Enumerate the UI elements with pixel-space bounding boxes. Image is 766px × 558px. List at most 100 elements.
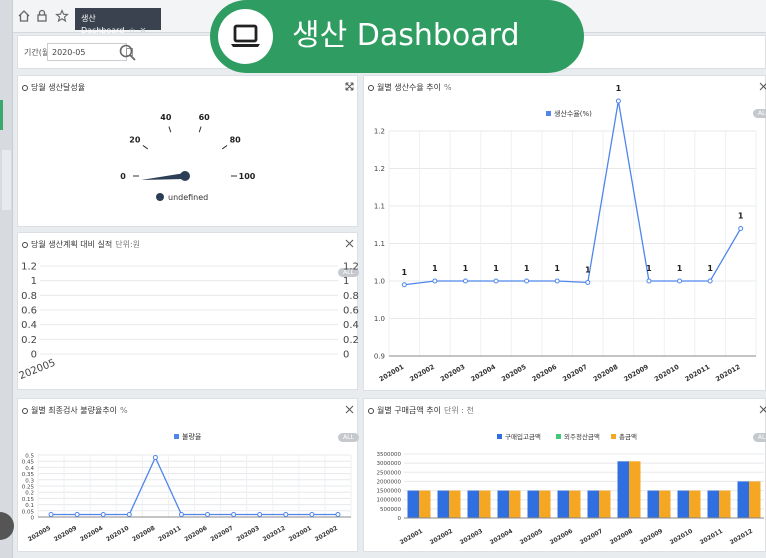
x-tick-label: 202003: [236, 525, 261, 544]
x-tick-label: 202011: [699, 528, 724, 547]
x-tick-label: 202001: [399, 528, 424, 547]
left-sidebar: [0, 0, 14, 558]
dashboard-title: 생산 Dashboard: [292, 18, 520, 53]
gauge-tick-label: 40: [160, 113, 172, 122]
bar: [467, 490, 479, 518]
y-tick-label-right: 0.4: [343, 320, 359, 331]
y-tick-label: 1.2: [374, 165, 385, 173]
legend-label: 외주정산금액: [564, 432, 600, 441]
gauge-needle: [141, 173, 185, 180]
star-icon[interactable]: [55, 9, 69, 23]
bar: [647, 490, 659, 518]
x-tick-label: 202003: [439, 363, 467, 383]
data-point: [152, 454, 158, 460]
legend-marker: [174, 434, 179, 439]
x-tick-label: 202007: [209, 525, 234, 544]
x-tick-label: 202004: [470, 363, 498, 384]
x-tick-label: 202010: [653, 363, 681, 384]
data-label: 1: [707, 264, 713, 273]
y-tick-label: 0.1: [25, 503, 34, 509]
x-tick-label: 202001: [378, 363, 406, 384]
plan-vs-actual-panel: 당월 생산계획 대비 실적 단위:원 ALL 1.2 1 0.8 0.6 0.4 0.2 0 1…: [17, 232, 359, 390]
y-tick-label-right: 0: [343, 350, 349, 361]
home-icon[interactable]: [17, 9, 31, 23]
data-label: 1: [738, 212, 744, 221]
y-tick-label: 2500000: [377, 470, 402, 476]
gauge-tick: [221, 145, 228, 150]
data-point: [493, 278, 499, 284]
legend-marker: [546, 111, 551, 116]
data-label: 1: [585, 266, 591, 275]
data-label: 1: [432, 264, 438, 273]
gauge-tick: [142, 145, 149, 150]
x-tick-label: 202004: [79, 525, 104, 544]
y-tick-label-left: 0.8: [21, 291, 37, 302]
y-tick-label: 0.35: [22, 472, 35, 478]
x-tick-label: 202012: [262, 525, 287, 544]
y-tick-label-right: 0.8: [343, 291, 359, 302]
x-tick-label: 202010: [105, 525, 130, 544]
y-tick-label: 0.05: [22, 509, 35, 515]
bar: [449, 490, 461, 518]
data-point: [585, 280, 591, 285]
x-tick-label: 202012: [729, 528, 754, 547]
y-tick-label: 0: [31, 516, 35, 522]
y-tick-label: 0.15: [22, 497, 35, 503]
y-tick-label: 0.3: [25, 478, 34, 484]
x-tick-label: 202009: [622, 363, 650, 384]
y-tick-label: 0.9: [374, 353, 385, 361]
bar: [419, 490, 431, 518]
search-icon[interactable]: [118, 43, 138, 63]
plan-actual-chart: 1.210.80.60.40.201.210.80.60.40.20202005: [18, 262, 359, 383]
dashboard-title-banner: 생산 Dashboard: [210, 0, 584, 73]
gauge-hub: [180, 171, 190, 181]
gauge-chart: 0 20 40 60 80 100 undefined: [120, 113, 256, 202]
data-point: [309, 512, 315, 518]
x-tick-label: 202008: [592, 363, 620, 384]
tab-star-icon[interactable]: ☆: [128, 26, 135, 35]
y-tick-label: 1.1: [374, 240, 385, 248]
y-tick-label: 0.45: [22, 460, 35, 466]
y-tick-label: 3000000: [377, 461, 402, 467]
tab-label: 생산 Dashboard: [81, 14, 125, 35]
y-tick-label: 1500000: [377, 489, 402, 495]
bar: [659, 490, 671, 518]
y-tick-label-right: 0.6: [343, 306, 359, 317]
bar: [749, 481, 761, 518]
y-tick-label: 0.2: [25, 491, 34, 497]
bar: [707, 490, 719, 518]
legend-marker: [611, 434, 616, 439]
tab-production-dashboard[interactable]: 생산 Dashboard ☆ ✕: [75, 8, 161, 35]
x-tick-label: 202008: [131, 525, 156, 544]
data-point: [524, 278, 530, 284]
sidebar-block: [2, 150, 11, 210]
bar: [569, 490, 581, 518]
data-label: 1: [493, 264, 499, 273]
sidebar-toggle-button[interactable]: [0, 512, 14, 540]
bar: [497, 490, 509, 518]
x-tick-label: 202010: [669, 528, 694, 547]
bar: [479, 490, 491, 518]
gauge-tick-label: 0: [120, 172, 126, 181]
x-tick-label: 202005: [519, 528, 544, 547]
tab-close-icon[interactable]: ✕: [140, 26, 147, 35]
data-point: [554, 278, 560, 284]
period-input[interactable]: 2020-05: [47, 43, 133, 61]
data-point: [231, 512, 237, 518]
y-tick-label: 0.25: [22, 485, 35, 491]
data-point: [677, 278, 683, 284]
legend-label: 생산수율(%): [554, 109, 592, 118]
data-label: 1: [677, 264, 683, 273]
y-tick-label: 0.4: [25, 466, 34, 472]
x-tick-label: 202007: [561, 363, 589, 383]
lock-icon[interactable]: [35, 9, 49, 23]
data-point: [335, 512, 341, 518]
data-point: [178, 512, 184, 518]
x-tick-label: 202012: [714, 363, 742, 383]
bar: [557, 490, 569, 518]
x-tick-label: 202009: [53, 525, 78, 544]
x-tick-label: 202004: [489, 528, 514, 547]
y-tick-label: 1.0: [374, 278, 385, 286]
period-value: 2020-05: [52, 48, 86, 57]
y-tick-label-right: 1.2: [343, 262, 359, 273]
